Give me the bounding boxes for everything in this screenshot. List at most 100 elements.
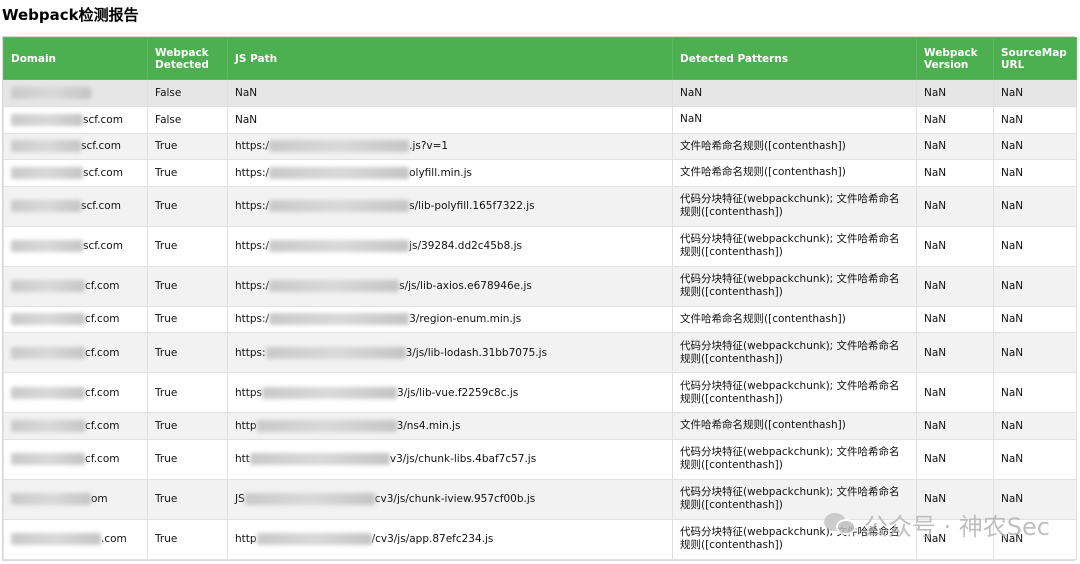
cell-domain: cf.com <box>3 372 148 413</box>
js-path-suffix: js/39284.dd2c45b8.js <box>409 240 522 252</box>
column-header-detected-patterns: Detected Patterns <box>672 37 917 80</box>
cell-domain: scf.com <box>3 159 148 187</box>
cell-js-path: htt v3/js/chunk-libs.4baf7c57.js <box>227 438 673 480</box>
cell-domain: scf.com <box>3 185 148 227</box>
cell-js-path: http/cv3/js/app.87efc234.js <box>227 518 673 560</box>
redacted-blur <box>269 240 410 252</box>
table-row: cf.com True http 3/ns4.min.js 文件哈希命名规则([cont… <box>3 412 1077 440</box>
cell-webpack-version: NaN <box>916 159 994 187</box>
watermark-text: 公众号 · 神农Sec <box>863 513 1050 541</box>
redacted-blur <box>262 386 398 399</box>
redacted-blur <box>11 166 83 179</box>
js-path-prefix: https:/ <box>235 166 270 179</box>
js-path-suffix: s/js/lib-axios.e678946e.js <box>399 280 532 292</box>
js-path-suffix: .js?v=1 <box>409 140 449 153</box>
cell-webpack-detected: True <box>147 372 228 413</box>
cell-webpack-detected: True <box>147 225 228 267</box>
domain-suffix: scf.com <box>83 166 123 179</box>
cell-domain: cf.com <box>3 332 148 373</box>
redacted-blur <box>11 453 85 465</box>
table-header-row: Domain Webpack Detected JS Path Detected… <box>3 37 1077 80</box>
js-path-prefix: https:/ <box>235 200 270 212</box>
redacted-blur <box>11 240 83 252</box>
cell-js-path: https: 3/js/lib-lodash.31bb7075.js <box>227 332 673 373</box>
cell-webpack-detected: True <box>147 332 228 373</box>
cell-sourcemap-url: NaN <box>993 132 1077 160</box>
js-path-prefix: http <box>235 419 257 432</box>
redacted-blur <box>11 313 85 326</box>
js-path-prefix: htt <box>235 453 250 465</box>
cell-detected-patterns: 文件哈希命名规则([contenthash]) <box>672 305 917 333</box>
domain-suffix: cf.com <box>85 386 120 399</box>
cell-sourcemap-url: NaN <box>993 106 1077 134</box>
cell-detected-patterns: 代码分块特征(webpackchunk); 文件哈希命名规则([contenth… <box>672 185 917 227</box>
wechat-icon <box>823 511 856 539</box>
redacted-blur <box>11 493 91 505</box>
cell-webpack-detected: False <box>147 106 228 134</box>
redacted-blur <box>269 313 410 326</box>
domain-suffix: scf.com <box>83 113 123 126</box>
cell-js-path: https:/ .js?v=1 <box>227 132 673 160</box>
table-body: False NaN NaN NaN NaN scf.com False NaN NaN NaN Na… <box>3 79 1077 560</box>
cell-detected-patterns: 文件哈希命名规则([contenthash]) <box>672 132 917 160</box>
cell-domain: cf.com <box>3 438 148 480</box>
column-header-sourcemap-url: SourceMap URL <box>993 37 1077 80</box>
js-path-suffix: 3/region-enum.min.js <box>409 313 522 326</box>
domain-suffix: cf.com <box>85 313 120 326</box>
cell-detected-patterns: 代码分块特征(webpackchunk); 文件哈希命名规则([contenth… <box>672 438 917 480</box>
js-path-suffix: olyfill.min.js <box>409 166 472 179</box>
table-row: scf.com True https:/ js/39284.dd2c45b8.js 代码… <box>3 225 1077 267</box>
cell-webpack-detected: True <box>147 478 228 520</box>
js-path-suffix: 3/js/lib-vue.f2259c8c.js <box>397 386 519 399</box>
cell-domain: om <box>3 478 148 520</box>
cell-detected-patterns: 代码分块特征(webpackchunk); 文件哈希命名规则([contenth… <box>672 265 917 307</box>
cell-js-path: https:/ olyfill.min.js <box>227 159 673 187</box>
cell-detected-patterns: NaN <box>672 106 917 134</box>
js-path-suffix: cv3/js/chunk-iview.957cf00b.js <box>374 493 536 505</box>
table-row: cf.com True https:/ 3/region-enum.min.js 文件哈… <box>3 305 1077 333</box>
cell-detected-patterns: 文件哈希命名规则([contenthash]) <box>672 159 917 187</box>
redacted-blur <box>269 200 410 212</box>
redacted-blur <box>11 87 91 99</box>
redacted-blur <box>244 493 375 505</box>
table-row: cf.com True https:/ s/js/lib-axios.e678946e… <box>3 265 1077 307</box>
cell-detected-patterns: NaN <box>672 79 917 107</box>
cell-detected-patterns: 代码分块特征(webpackchunk); 文件哈希命名规则([contenth… <box>672 372 917 413</box>
cell-js-path: NaN <box>227 79 673 107</box>
domain-suffix: om <box>91 493 108 505</box>
redacted-blur <box>269 280 400 292</box>
js-path-prefix: https:/ <box>235 240 270 252</box>
cell-webpack-detected: True <box>147 412 228 440</box>
cell-sourcemap-url: NaN <box>993 412 1077 440</box>
domain-suffix: .com <box>101 533 127 545</box>
column-header-webpack-detected: Webpack Detected <box>147 37 228 80</box>
table-row: scf.com False NaN NaN NaN NaN <box>3 106 1077 134</box>
cell-js-path: JS cv3/js/chunk-iview.957cf00b.js <box>227 478 673 520</box>
cell-sourcemap-url: NaN <box>993 225 1077 267</box>
js-path-suffix: v3/js/chunk-libs.4baf7c57.js <box>389 453 537 465</box>
domain-suffix: cf.com <box>85 346 120 359</box>
redacted-blur <box>11 419 85 432</box>
cell-js-path: https:/ s/lib-polyfill.165f7322.js <box>227 185 673 227</box>
redacted-blur <box>11 280 85 292</box>
domain-suffix: scf.com <box>81 140 121 153</box>
cell-js-path: https:/ js/39284.dd2c45b8.js <box>227 225 673 267</box>
cell-webpack-detected: False <box>147 79 228 107</box>
cell-sourcemap-url: NaN <box>993 265 1077 307</box>
cell-detected-patterns: 代码分块特征(webpackchunk); 文件哈希命名规则([contenth… <box>672 225 917 267</box>
cell-webpack-detected: True <box>147 159 228 187</box>
cell-domain: .com <box>3 518 148 560</box>
report-table-container: Domain Webpack Detected JS Path Detected… <box>2 36 1077 561</box>
redacted-blur <box>269 166 410 179</box>
redacted-blur <box>249 453 390 465</box>
cell-domain <box>3 79 148 107</box>
table-row: scf.com True https:/ s/lib-polyfill.165f732… <box>3 185 1077 227</box>
redacted-blur <box>11 346 85 359</box>
redacted-blur <box>11 386 85 399</box>
table-row: cf.com True htt v3/js/chunk-libs.4baf7c57.j… <box>3 438 1077 480</box>
js-path-suffix: /cv3/js/app.87efc234.js <box>371 533 494 545</box>
table-row: scf.com True https:/ olyfill.min.js 文件哈希命名规则… <box>3 159 1077 187</box>
js-path-prefix: https:/ <box>235 140 270 153</box>
cell-domain: scf.com <box>3 132 148 160</box>
page-title: Webpack检测报告 <box>2 6 139 24</box>
